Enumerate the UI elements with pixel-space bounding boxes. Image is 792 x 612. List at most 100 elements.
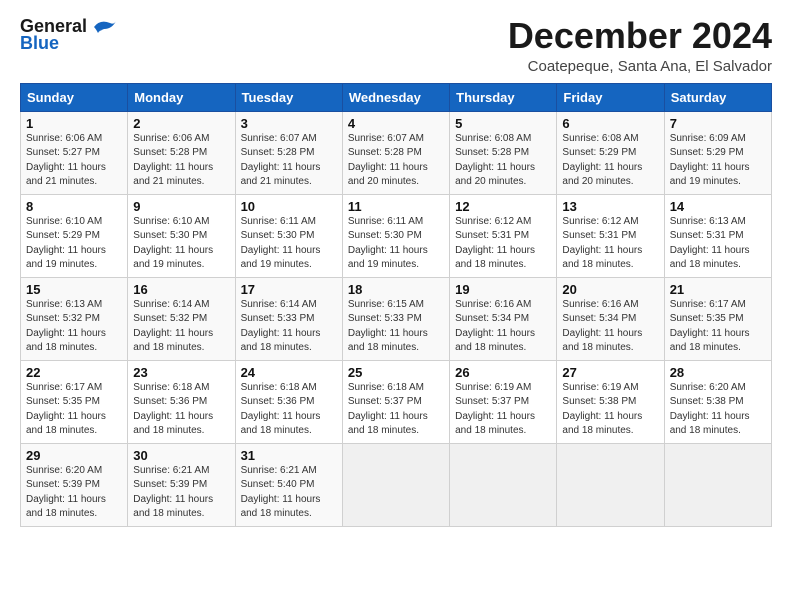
day-info: Sunrise: 6:18 AMSunset: 5:36 PMDaylight:…: [241, 382, 321, 437]
day-number: 15: [26, 282, 122, 297]
logo-bird-icon: [90, 17, 118, 37]
day-info: Sunrise: 6:11 AMSunset: 5:30 PMDaylight:…: [241, 216, 321, 271]
day-info: Sunrise: 6:16 AMSunset: 5:34 PMDaylight:…: [455, 299, 535, 354]
day-info: Sunrise: 6:17 AMSunset: 5:35 PMDaylight:…: [670, 299, 750, 354]
table-row: [450, 443, 557, 526]
calendar-week-2: 8 Sunrise: 6:10 AMSunset: 5:29 PMDayligh…: [21, 194, 772, 277]
table-row: 25 Sunrise: 6:18 AMSunset: 5:37 PMDaylig…: [342, 360, 449, 443]
day-number: 9: [133, 199, 229, 214]
table-row: 24 Sunrise: 6:18 AMSunset: 5:36 PMDaylig…: [235, 360, 342, 443]
day-number: 30: [133, 448, 229, 463]
table-row: 28 Sunrise: 6:20 AMSunset: 5:38 PMDaylig…: [664, 360, 771, 443]
day-info: Sunrise: 6:08 AMSunset: 5:28 PMDaylight:…: [455, 133, 535, 188]
day-number: 14: [670, 199, 766, 214]
day-number: 24: [241, 365, 337, 380]
day-number: 21: [670, 282, 766, 297]
day-info: Sunrise: 6:12 AMSunset: 5:31 PMDaylight:…: [562, 216, 642, 271]
day-info: Sunrise: 6:06 AMSunset: 5:27 PMDaylight:…: [26, 133, 106, 188]
day-number: 23: [133, 365, 229, 380]
table-row: 13 Sunrise: 6:12 AMSunset: 5:31 PMDaylig…: [557, 194, 664, 277]
day-number: 3: [241, 116, 337, 131]
day-number: 8: [26, 199, 122, 214]
table-row: [342, 443, 449, 526]
table-row: 1 Sunrise: 6:06 AMSunset: 5:27 PMDayligh…: [21, 111, 128, 194]
day-number: 25: [348, 365, 444, 380]
table-row: 14 Sunrise: 6:13 AMSunset: 5:31 PMDaylig…: [664, 194, 771, 277]
day-info: Sunrise: 6:10 AMSunset: 5:29 PMDaylight:…: [26, 216, 106, 271]
day-info: Sunrise: 6:13 AMSunset: 5:32 PMDaylight:…: [26, 299, 106, 354]
header: General Blue December 2024 Coatepeque, S…: [20, 16, 772, 75]
calendar-subtitle: Coatepeque, Santa Ana, El Salvador: [508, 58, 772, 75]
table-row: 29 Sunrise: 6:20 AMSunset: 5:39 PMDaylig…: [21, 443, 128, 526]
page-wrapper: General Blue December 2024 Coatepeque, S…: [20, 16, 772, 527]
table-row: 11 Sunrise: 6:11 AMSunset: 5:30 PMDaylig…: [342, 194, 449, 277]
day-info: Sunrise: 6:12 AMSunset: 5:31 PMDaylight:…: [455, 216, 535, 271]
day-number: 19: [455, 282, 551, 297]
table-row: 12 Sunrise: 6:12 AMSunset: 5:31 PMDaylig…: [450, 194, 557, 277]
table-row: 23 Sunrise: 6:18 AMSunset: 5:36 PMDaylig…: [128, 360, 235, 443]
day-number: 1: [26, 116, 122, 131]
day-number: 11: [348, 199, 444, 214]
day-info: Sunrise: 6:17 AMSunset: 5:35 PMDaylight:…: [26, 382, 106, 437]
day-info: Sunrise: 6:20 AMSunset: 5:38 PMDaylight:…: [670, 382, 750, 437]
day-number: 28: [670, 365, 766, 380]
table-row: 31 Sunrise: 6:21 AMSunset: 5:40 PMDaylig…: [235, 443, 342, 526]
table-row: 27 Sunrise: 6:19 AMSunset: 5:38 PMDaylig…: [557, 360, 664, 443]
table-row: 19 Sunrise: 6:16 AMSunset: 5:34 PMDaylig…: [450, 277, 557, 360]
table-row: 26 Sunrise: 6:19 AMSunset: 5:37 PMDaylig…: [450, 360, 557, 443]
calendar-week-4: 22 Sunrise: 6:17 AMSunset: 5:35 PMDaylig…: [21, 360, 772, 443]
day-info: Sunrise: 6:11 AMSunset: 5:30 PMDaylight:…: [348, 216, 428, 271]
table-row: 21 Sunrise: 6:17 AMSunset: 5:35 PMDaylig…: [664, 277, 771, 360]
table-row: [664, 443, 771, 526]
table-row: 30 Sunrise: 6:21 AMSunset: 5:39 PMDaylig…: [128, 443, 235, 526]
day-number: 26: [455, 365, 551, 380]
day-number: 22: [26, 365, 122, 380]
day-info: Sunrise: 6:16 AMSunset: 5:34 PMDaylight:…: [562, 299, 642, 354]
table-row: 6 Sunrise: 6:08 AMSunset: 5:29 PMDayligh…: [557, 111, 664, 194]
calendar-table: Sunday Monday Tuesday Wednesday Thursday…: [20, 83, 772, 527]
day-info: Sunrise: 6:13 AMSunset: 5:31 PMDaylight:…: [670, 216, 750, 271]
day-info: Sunrise: 6:15 AMSunset: 5:33 PMDaylight:…: [348, 299, 428, 354]
day-number: 27: [562, 365, 658, 380]
day-info: Sunrise: 6:19 AMSunset: 5:37 PMDaylight:…: [455, 382, 535, 437]
day-info: Sunrise: 6:07 AMSunset: 5:28 PMDaylight:…: [241, 133, 321, 188]
day-number: 13: [562, 199, 658, 214]
table-row: 3 Sunrise: 6:07 AMSunset: 5:28 PMDayligh…: [235, 111, 342, 194]
day-number: 7: [670, 116, 766, 131]
day-info: Sunrise: 6:14 AMSunset: 5:32 PMDaylight:…: [133, 299, 213, 354]
table-row: 20 Sunrise: 6:16 AMSunset: 5:34 PMDaylig…: [557, 277, 664, 360]
day-number: 4: [348, 116, 444, 131]
table-row: 2 Sunrise: 6:06 AMSunset: 5:28 PMDayligh…: [128, 111, 235, 194]
day-number: 29: [26, 448, 122, 463]
header-thursday: Thursday: [450, 83, 557, 111]
table-row: 5 Sunrise: 6:08 AMSunset: 5:28 PMDayligh…: [450, 111, 557, 194]
day-number: 16: [133, 282, 229, 297]
table-row: 15 Sunrise: 6:13 AMSunset: 5:32 PMDaylig…: [21, 277, 128, 360]
table-row: 18 Sunrise: 6:15 AMSunset: 5:33 PMDaylig…: [342, 277, 449, 360]
day-info: Sunrise: 6:19 AMSunset: 5:38 PMDaylight:…: [562, 382, 642, 437]
day-info: Sunrise: 6:08 AMSunset: 5:29 PMDaylight:…: [562, 133, 642, 188]
day-info: Sunrise: 6:09 AMSunset: 5:29 PMDaylight:…: [670, 133, 750, 188]
day-number: 10: [241, 199, 337, 214]
header-saturday: Saturday: [664, 83, 771, 111]
day-info: Sunrise: 6:20 AMSunset: 5:39 PMDaylight:…: [26, 465, 106, 520]
day-info: Sunrise: 6:14 AMSunset: 5:33 PMDaylight:…: [241, 299, 321, 354]
day-info: Sunrise: 6:10 AMSunset: 5:30 PMDaylight:…: [133, 216, 213, 271]
days-header-row: Sunday Monday Tuesday Wednesday Thursday…: [21, 83, 772, 111]
day-number: 20: [562, 282, 658, 297]
day-info: Sunrise: 6:18 AMSunset: 5:36 PMDaylight:…: [133, 382, 213, 437]
table-row: 9 Sunrise: 6:10 AMSunset: 5:30 PMDayligh…: [128, 194, 235, 277]
calendar-week-1: 1 Sunrise: 6:06 AMSunset: 5:27 PMDayligh…: [21, 111, 772, 194]
day-number: 6: [562, 116, 658, 131]
table-row: 16 Sunrise: 6:14 AMSunset: 5:32 PMDaylig…: [128, 277, 235, 360]
calendar-week-5: 29 Sunrise: 6:20 AMSunset: 5:39 PMDaylig…: [21, 443, 772, 526]
table-row: 8 Sunrise: 6:10 AMSunset: 5:29 PMDayligh…: [21, 194, 128, 277]
logo-area: General Blue: [20, 16, 118, 54]
day-info: Sunrise: 6:21 AMSunset: 5:40 PMDaylight:…: [241, 465, 321, 520]
calendar-title: December 2024: [508, 16, 772, 56]
table-row: 7 Sunrise: 6:09 AMSunset: 5:29 PMDayligh…: [664, 111, 771, 194]
calendar-week-3: 15 Sunrise: 6:13 AMSunset: 5:32 PMDaylig…: [21, 277, 772, 360]
table-row: 17 Sunrise: 6:14 AMSunset: 5:33 PMDaylig…: [235, 277, 342, 360]
table-row: [557, 443, 664, 526]
day-number: 31: [241, 448, 337, 463]
